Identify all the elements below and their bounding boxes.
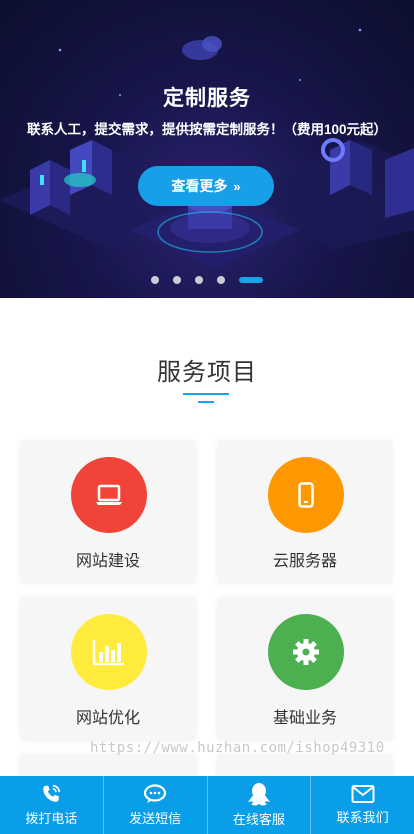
service-card-website-building[interactable]: 网站建设 bbox=[21, 441, 195, 583]
service-card-seo[interactable]: 网站优化 bbox=[21, 598, 195, 740]
service-label: 基础业务 bbox=[272, 710, 337, 727]
nav-label: 在线客服 bbox=[232, 812, 285, 827]
carousel-dot[interactable] bbox=[173, 276, 181, 284]
chat-bubble-icon bbox=[144, 784, 167, 803]
service-label: 网站建设 bbox=[75, 553, 140, 570]
banner-title: 定制服务 bbox=[163, 87, 251, 110]
nav-label: 联系我们 bbox=[336, 810, 389, 825]
bottom-nav: 拨打电话 发送短信 在线客服 联系我们 bbox=[0, 776, 414, 834]
nav-label: 发送短信 bbox=[129, 811, 182, 826]
phone-icon bbox=[43, 784, 61, 802]
service-label: 网站优化 bbox=[75, 710, 140, 727]
isometric-city-illustration bbox=[0, 28, 414, 268]
carousel-indicators bbox=[0, 276, 414, 284]
service-card-basic-business[interactable]: 基础业务 bbox=[218, 598, 392, 740]
title-divider bbox=[183, 393, 229, 395]
envelope-icon bbox=[351, 785, 375, 803]
nav-call[interactable]: 拨打电话 bbox=[0, 776, 104, 834]
bar-chart-icon bbox=[71, 614, 147, 690]
laptop-icon bbox=[71, 457, 147, 533]
qq-penguin-icon bbox=[247, 783, 270, 806]
carousel-dot[interactable] bbox=[195, 276, 203, 284]
banner-subtitle: 联系人工，提交需求，提供按需定制服务！（费用100元起） bbox=[26, 122, 388, 137]
carousel-dot[interactable] bbox=[151, 276, 159, 284]
mobile-phone-icon bbox=[268, 457, 344, 533]
nav-sms[interactable]: 发送短信 bbox=[104, 776, 208, 834]
double-chevron-right-icon: » bbox=[233, 178, 241, 194]
gear-icon bbox=[268, 614, 344, 690]
view-more-label: 查看更多 bbox=[171, 178, 228, 194]
watermark-text: https://www.huzhan.com/ishop49310 bbox=[90, 740, 385, 756]
nav-online-service[interactable]: 在线客服 bbox=[208, 776, 312, 834]
section-title: 服务项目 bbox=[157, 359, 257, 386]
service-card-cloud-server[interactable]: 云服务器 bbox=[218, 441, 392, 583]
carousel-dot[interactable] bbox=[217, 276, 225, 284]
service-label: 云服务器 bbox=[272, 553, 337, 570]
title-divider-short bbox=[198, 401, 214, 403]
carousel-dot-active[interactable] bbox=[239, 277, 263, 283]
view-more-button[interactable]: 查看更多 » bbox=[138, 166, 274, 206]
hero-banner: 定制服务 联系人工，提交需求，提供按需定制服务！（费用100元起） 查看更多 » bbox=[0, 0, 414, 298]
nav-contact[interactable]: 联系我们 bbox=[311, 776, 414, 834]
nav-label: 拨打电话 bbox=[25, 811, 78, 826]
